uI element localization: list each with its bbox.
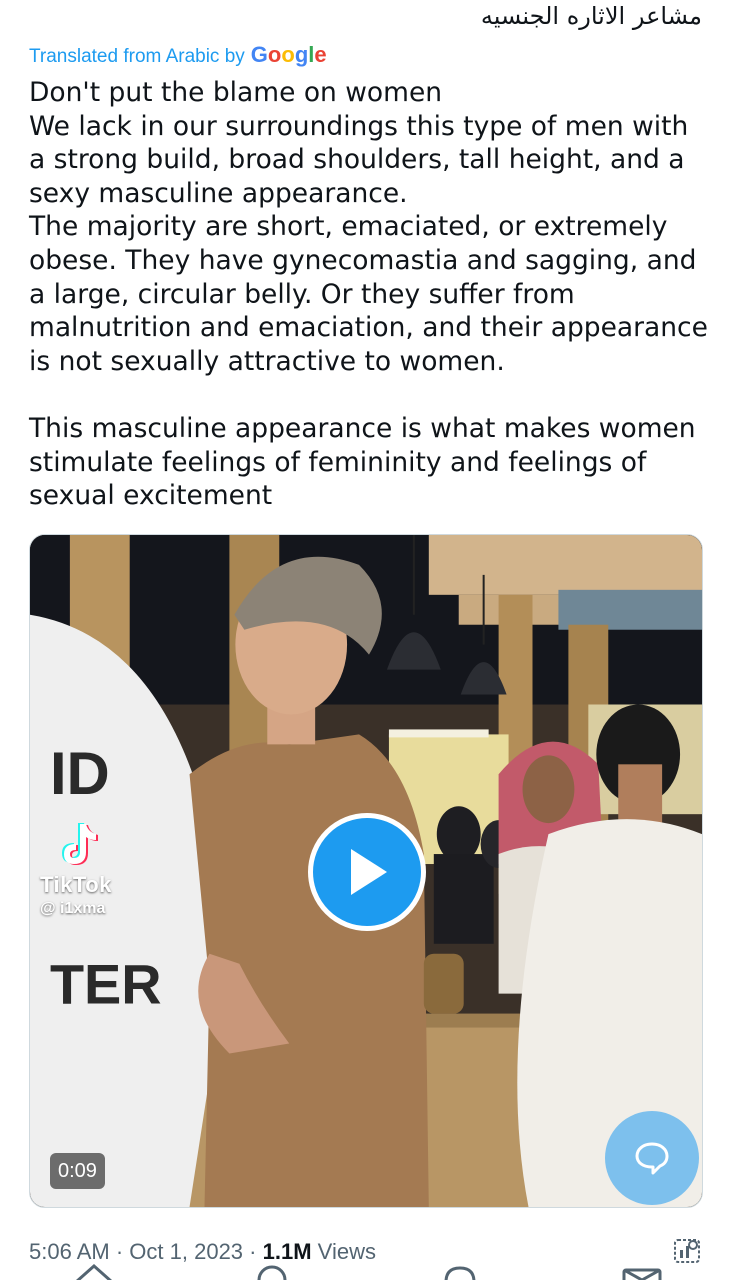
svg-text:ID: ID xyxy=(50,740,110,807)
svg-text:TER: TER xyxy=(50,953,162,1016)
google-logo: Google xyxy=(250,42,327,67)
home-icon[interactable] xyxy=(72,1260,116,1280)
tiktok-watermark: TikTok @ i1xma xyxy=(40,820,112,918)
tweet-paragraph: This masculine appearance is what makes … xyxy=(29,412,696,512)
play-button[interactable] xyxy=(308,813,426,931)
tweet-line: The majority are short, emaciated, or ex… xyxy=(29,211,708,377)
play-icon xyxy=(351,849,387,895)
bottom-navigation xyxy=(0,1260,732,1280)
translation-attribution[interactable]: Translated from Arabic by Google xyxy=(29,42,327,68)
video-duration: 0:09 xyxy=(50,1153,105,1189)
messages-icon[interactable] xyxy=(620,1260,664,1280)
tiktok-icon xyxy=(62,823,98,865)
reply-bubble-icon xyxy=(635,1142,669,1175)
video-player[interactable]: ID TER TikTok @ i1xma 0:09 xyxy=(29,534,703,1208)
tweet-line: We lack in our surroundings this type of… xyxy=(29,110,689,209)
tweet-line: Don't put the blame on women xyxy=(29,77,443,108)
search-icon[interactable] xyxy=(252,1260,292,1280)
notifications-icon[interactable] xyxy=(440,1260,480,1280)
translation-label: Translated from Arabic by xyxy=(29,46,245,67)
original-tweet-text: مشاعر الاثاره الجنسيه xyxy=(480,2,702,30)
tweet-body: Don't put the blame on women We lack in … xyxy=(29,76,709,513)
reply-fab-button[interactable] xyxy=(605,1111,699,1205)
tiktok-label: TikTok xyxy=(40,872,112,897)
tiktok-handle: @ i1xma xyxy=(40,900,106,917)
